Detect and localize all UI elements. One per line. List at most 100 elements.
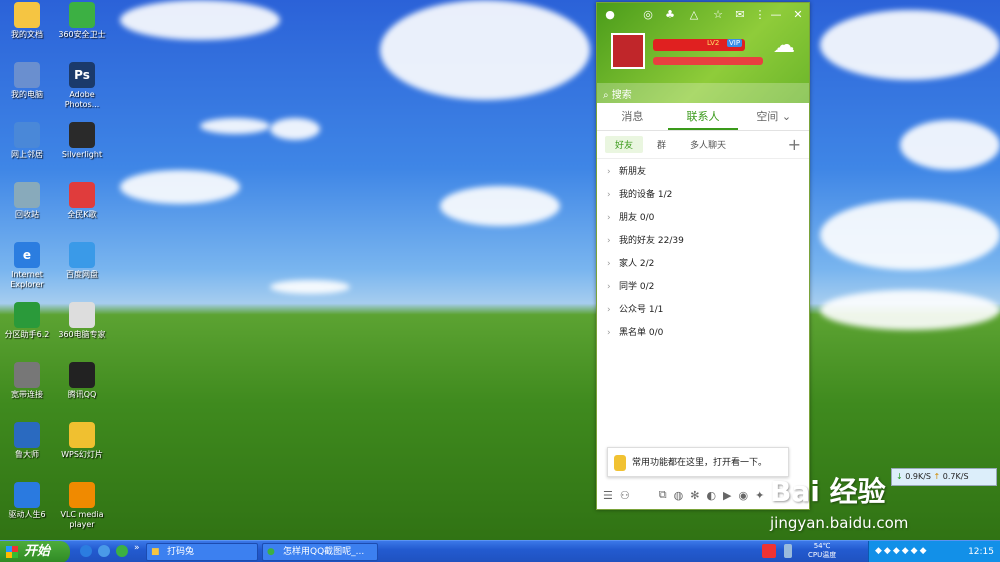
net-down: 0.9K/S xyxy=(905,472,931,481)
cpu-temp: 54℃ xyxy=(813,542,831,550)
desktop-icon[interactable]: Silverlight xyxy=(52,122,112,160)
quicklaunch-icon[interactable] xyxy=(98,545,110,557)
app-icon[interactable]: ⧉ xyxy=(659,488,667,502)
desktop-icon[interactable]: 驱动人生6 xyxy=(0,482,57,520)
qq-logo-icon[interactable]: ● xyxy=(603,8,617,21)
main-tabs: 消息 联系人 空间 ⌄ xyxy=(597,103,809,131)
desktop-icon[interactable]: 分区助手6.2 xyxy=(0,302,57,340)
close-icon[interactable]: ✕ xyxy=(791,8,805,21)
chevron-right-icon: › xyxy=(607,213,611,223)
desktop-icon[interactable]: 360安全卫士 xyxy=(52,2,112,40)
star-icon[interactable]: ☆ xyxy=(711,8,725,21)
cloud xyxy=(380,0,590,100)
download-icon: ↓ xyxy=(896,472,903,481)
ie-icon: e xyxy=(14,242,40,268)
cloud xyxy=(820,10,1000,80)
desktop-icon[interactable]: 百度网盘 xyxy=(52,242,112,280)
more-icon[interactable]: ⋮ xyxy=(753,8,767,21)
ludashi-icon xyxy=(14,422,40,448)
desktop-icon[interactable]: VLC media player xyxy=(52,482,112,530)
friend-group[interactable]: › 同学 0/2 xyxy=(597,276,809,299)
task-button[interactable]: ● 怎样用QQ截图呢_... xyxy=(262,543,378,561)
chevron-right-icon: › xyxy=(607,305,611,315)
warning-icon[interactable]: △ xyxy=(687,8,701,21)
menu-icon[interactable]: ☰ xyxy=(603,489,613,502)
tab-messages[interactable]: 消息 xyxy=(597,103,668,130)
tab-space[interactable]: 空间 ⌄ xyxy=(738,103,809,130)
system-tray: ◆◆◆◆◆◆ 12:15 xyxy=(868,541,1000,562)
app-icon[interactable]: ◍ xyxy=(674,489,684,502)
shirt-icon[interactable]: ♣ xyxy=(663,8,677,21)
desktop-icon[interactable]: 腾讯QQ xyxy=(52,362,112,400)
minimize-icon[interactable]: — xyxy=(769,8,783,21)
desktop-icon[interactable]: 网上邻居 xyxy=(0,122,57,160)
quicklaunch-icon[interactable] xyxy=(116,545,128,557)
desktop-icon[interactable]: 回收站 xyxy=(0,182,57,220)
desktop-icon[interactable]: e Internet Explorer xyxy=(0,242,57,290)
chevron-right-icon: › xyxy=(607,167,611,177)
desktop-icon[interactable]: WPS幻灯片 xyxy=(52,422,112,460)
weather-icon[interactable]: ☁ xyxy=(773,33,795,58)
chevron-right-icon: › xyxy=(607,236,611,246)
desktop-icon[interactable]: 宽带连接 xyxy=(0,362,57,400)
friend-group[interactable]: › 新朋友 xyxy=(597,161,809,184)
avatar[interactable] xyxy=(611,33,645,69)
app-icon[interactable]: ✻ xyxy=(690,489,699,502)
group-name: 家人 xyxy=(619,259,638,269)
desktop-icon[interactable]: 全民K歌 xyxy=(52,182,112,220)
feature-tip[interactable]: 常用功能都在这里，打开看一下。 xyxy=(607,447,789,477)
vlc-cone-icon xyxy=(69,482,95,508)
desktop-icon[interactable]: 鲁大师 xyxy=(0,422,57,460)
signature-redacted xyxy=(653,57,763,65)
battery-icon[interactable] xyxy=(784,544,792,558)
cpu-temp-widget[interactable]: 54℃ CPU温度 xyxy=(808,542,836,560)
friend-group[interactable]: › 公众号 1/1 xyxy=(597,299,809,322)
driver-icon xyxy=(14,482,40,508)
window-icon xyxy=(69,122,95,148)
net-speed-widget[interactable]: ↓ 0.9K/S ↑ 0.7K/S xyxy=(891,468,997,486)
cpu-label: CPU温度 xyxy=(808,551,837,559)
tab-space-label: 空间 xyxy=(756,110,779,123)
group-name: 朋友 xyxy=(619,213,638,223)
tray-icons[interactable]: ◆◆◆◆◆◆ xyxy=(875,546,929,556)
play-icon[interactable]: ▶ xyxy=(723,489,731,502)
skin-icon[interactable]: ◎ xyxy=(641,8,655,21)
friend-group[interactable]: › 我的设备 1/2 xyxy=(597,184,809,207)
tab-contacts[interactable]: 联系人 xyxy=(667,103,739,130)
subtab-multichat[interactable]: 多人聊天 xyxy=(680,136,736,153)
ie-icon[interactable] xyxy=(80,545,92,557)
qq-penguin-icon xyxy=(69,362,95,388)
desktop-icon-label: Silverlight xyxy=(61,150,103,159)
app-icon[interactable]: ✦ xyxy=(755,489,764,502)
photoshop-icon: Ps xyxy=(69,62,95,88)
subtab-groups[interactable]: 群 xyxy=(647,136,676,153)
add-icon[interactable]: + xyxy=(788,135,801,154)
clock[interactable]: 12:15 xyxy=(968,541,994,562)
chevron-right-icon[interactable]: » xyxy=(134,543,140,553)
friend-group[interactable]: › 朋友 0/0 xyxy=(597,207,809,230)
computer-icon xyxy=(14,62,40,88)
cloud xyxy=(440,186,560,226)
friend-group[interactable]: › 家人 2/2 xyxy=(597,253,809,276)
subtab-friends[interactable]: 好友 xyxy=(605,136,644,153)
app-icon[interactable]: ◐ xyxy=(706,489,716,502)
cloud-drive-icon xyxy=(69,242,95,268)
qq-header: ● ◎ ♣ △ ☆ ✉ ⋮ — ✕ LV2 VIP ☁ ⌕ 搜索 xyxy=(597,3,809,103)
group-name: 新朋友 xyxy=(619,167,647,177)
add-friend-icon[interactable]: ⚇ xyxy=(620,489,630,502)
mail-icon[interactable]: ✉ xyxy=(733,8,747,21)
task-button[interactable]: ■ 打码兔 xyxy=(146,543,258,561)
desktop-icon[interactable]: 我的电脑 xyxy=(0,62,57,100)
app-icon[interactable]: ◉ xyxy=(739,489,749,502)
desktop-icon[interactable]: 360电脑专家 xyxy=(52,302,112,340)
search-input[interactable]: ⌕ 搜索 xyxy=(597,83,809,103)
start-button[interactable]: 开始 xyxy=(0,541,70,562)
chevron-right-icon: › xyxy=(607,190,611,200)
friend-group[interactable]: › 黑名单 0/0 xyxy=(597,322,809,345)
folder-icon xyxy=(69,422,95,448)
sogou-icon[interactable] xyxy=(762,544,776,558)
group-name: 公众号 xyxy=(619,305,647,315)
desktop-icon[interactable]: Ps Adobe Photos... xyxy=(52,62,112,110)
desktop-icon[interactable]: 我的文档 xyxy=(0,2,57,40)
friend-group[interactable]: › 我的好友 22/39 xyxy=(597,230,809,253)
